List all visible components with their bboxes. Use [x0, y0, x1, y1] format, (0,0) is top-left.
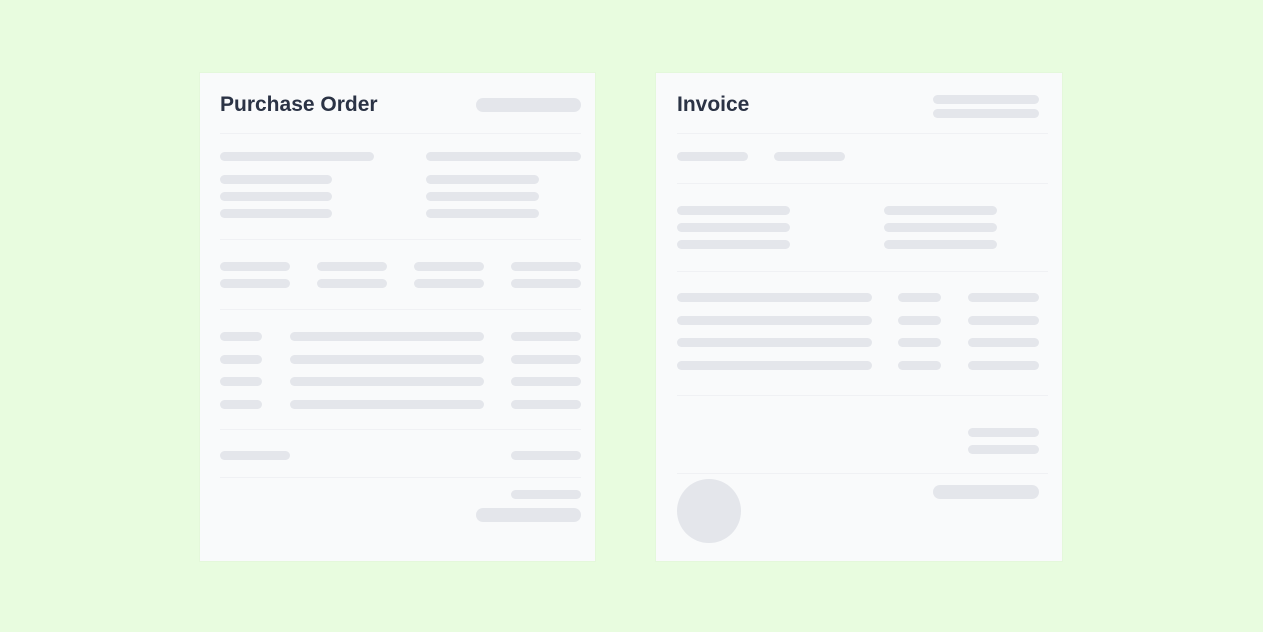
item-amount-placeholder	[968, 316, 1039, 325]
bill-to-line-placeholder	[884, 240, 997, 249]
meta-value-placeholder	[511, 279, 581, 288]
from-heading-placeholder	[220, 152, 374, 161]
signature-placeholder	[933, 485, 1039, 499]
meta-value-placeholder	[220, 279, 290, 288]
item-amount-placeholder	[511, 355, 581, 364]
item-qty-placeholder	[898, 361, 941, 370]
bill-from-line-placeholder	[677, 240, 790, 249]
item-qty-placeholder	[898, 293, 941, 302]
item-amount-placeholder	[511, 332, 581, 341]
stamp-circle	[677, 479, 741, 543]
meta-value-placeholder	[317, 279, 387, 288]
item-amount-placeholder	[511, 377, 581, 386]
total-label-placeholder	[968, 428, 1039, 437]
purchase-order-title: Purchase Order	[220, 93, 378, 116]
divider	[677, 395, 1048, 396]
invoice-document: Invoice	[656, 73, 1062, 561]
to-heading-placeholder	[426, 152, 581, 161]
bill-from-line-placeholder	[677, 206, 790, 215]
item-qty-placeholder	[220, 332, 262, 341]
to-line-placeholder	[426, 192, 539, 201]
total-label-placeholder	[511, 490, 581, 499]
divider	[677, 183, 1048, 184]
meta-label-placeholder	[220, 262, 290, 271]
header-meta-placeholder	[933, 109, 1039, 118]
from-line-placeholder	[220, 192, 332, 201]
total-value-placeholder	[968, 445, 1039, 454]
divider	[677, 473, 1048, 474]
subtotal-label-placeholder	[220, 451, 290, 460]
meta-value-placeholder	[414, 279, 484, 288]
item-description-placeholder	[677, 316, 872, 325]
header-meta-placeholder	[933, 95, 1039, 104]
item-description-placeholder	[290, 355, 484, 364]
item-description-placeholder	[677, 338, 872, 347]
item-description-placeholder	[290, 377, 484, 386]
total-value-placeholder	[476, 508, 581, 522]
divider	[677, 271, 1048, 272]
item-description-placeholder	[290, 332, 484, 341]
divider	[220, 309, 581, 310]
invoice-number-placeholder	[677, 152, 748, 161]
item-description-placeholder	[290, 400, 484, 409]
invoice-date-placeholder	[774, 152, 845, 161]
item-amount-placeholder	[968, 361, 1039, 370]
bill-to-line-placeholder	[884, 223, 997, 232]
item-qty-placeholder	[220, 355, 262, 364]
subtotal-value-placeholder	[511, 451, 581, 460]
item-description-placeholder	[677, 361, 872, 370]
divider	[220, 133, 581, 134]
item-qty-placeholder	[898, 338, 941, 347]
bill-from-line-placeholder	[677, 223, 790, 232]
item-amount-placeholder	[511, 400, 581, 409]
meta-label-placeholder	[511, 262, 581, 271]
meta-label-placeholder	[317, 262, 387, 271]
item-qty-placeholder	[220, 400, 262, 409]
item-description-placeholder	[677, 293, 872, 302]
item-qty-placeholder	[220, 377, 262, 386]
invoice-title: Invoice	[677, 93, 750, 116]
item-qty-placeholder	[898, 316, 941, 325]
from-line-placeholder	[220, 175, 332, 184]
divider	[220, 477, 581, 478]
divider	[677, 133, 1048, 134]
divider	[220, 239, 581, 240]
meta-label-placeholder	[414, 262, 484, 271]
item-amount-placeholder	[968, 293, 1039, 302]
item-amount-placeholder	[968, 338, 1039, 347]
bill-to-line-placeholder	[884, 206, 997, 215]
to-line-placeholder	[426, 209, 539, 218]
purchase-order-document: Purchase Order	[200, 73, 595, 561]
from-line-placeholder	[220, 209, 332, 218]
divider	[220, 429, 581, 430]
header-meta-placeholder	[476, 98, 581, 112]
to-line-placeholder	[426, 175, 539, 184]
